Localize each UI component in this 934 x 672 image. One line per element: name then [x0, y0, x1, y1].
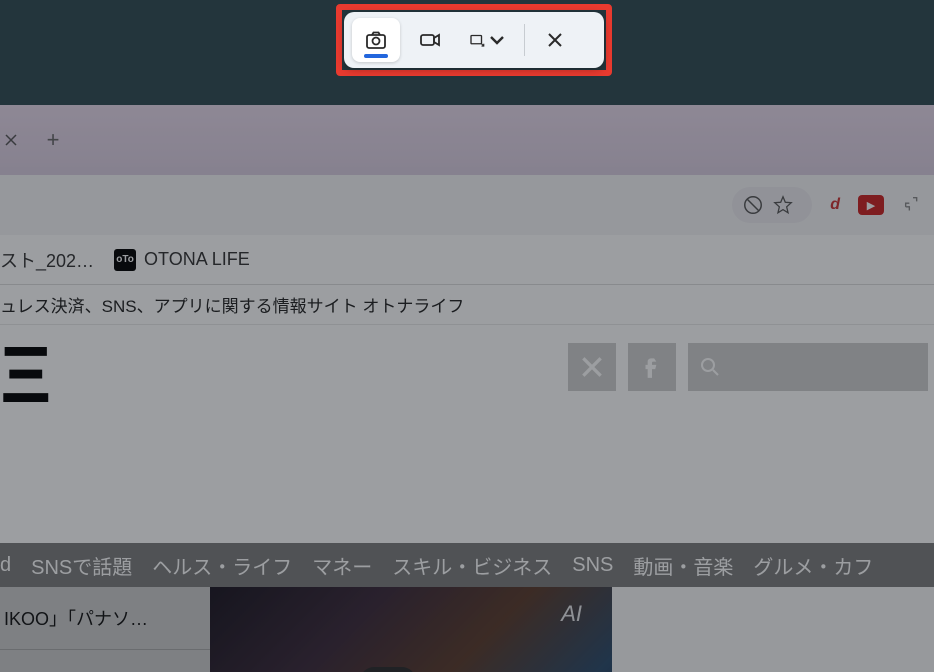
browser-window: + d ▶ スト_202… oTo OTONA LIFE ュレス決済、SNS、ア…	[0, 105, 934, 672]
rectangle-icon	[468, 31, 486, 49]
separator	[524, 24, 525, 56]
tab-close-button[interactable]	[0, 129, 22, 151]
ai-label: AI	[561, 601, 582, 627]
nav-item[interactable]: マネー	[312, 551, 372, 580]
x-twitter-icon[interactable]	[568, 343, 616, 391]
browser-toolbar: d ▶	[0, 175, 934, 235]
bookmark-favicon: oTo	[114, 249, 136, 271]
featured-area: IKOO」「パナソ… 利用時間が増えて… くなったら？ 経… AI ChatGP…	[0, 587, 612, 672]
nav-item[interactable]: d	[0, 554, 11, 577]
nav-item[interactable]: スキル・ビジネス	[392, 551, 552, 580]
facebook-icon[interactable]	[628, 343, 676, 391]
site-logo-fragment: Ξ	[0, 343, 60, 433]
chevron-down-icon	[488, 31, 506, 49]
video-mode-button[interactable]	[406, 18, 454, 62]
extension-icon[interactable]	[902, 194, 924, 216]
site-search-box[interactable]	[688, 343, 928, 391]
snip-shape-dropdown[interactable]	[460, 18, 514, 62]
d-brand-icon[interactable]: d	[830, 196, 840, 214]
bookmark-item[interactable]: oTo OTONA LIFE	[114, 249, 250, 271]
camera-icon	[364, 28, 388, 52]
list-item[interactable]: IKOO」「パナソ…	[0, 587, 210, 650]
featured-image[interactable]: AI ChatGPT	[210, 587, 612, 672]
nav-item[interactable]: グルメ・カフ	[753, 551, 873, 580]
page-tagline: ュレス決済、SNS、アプリに関する情報サイト オトナライフ	[0, 285, 934, 325]
close-snip-button[interactable]	[535, 18, 575, 62]
address-actions	[732, 187, 812, 223]
social-row	[568, 343, 928, 391]
bookmark-label: OTONA LIFE	[144, 249, 250, 270]
app-icon-chatgpt: ChatGPT	[360, 667, 416, 672]
cookie-blocked-icon[interactable]	[742, 194, 764, 216]
nav-item[interactable]: ヘルス・ライフ	[152, 551, 292, 580]
nav-item[interactable]: SNSで話題	[31, 551, 132, 580]
bookmark-star-icon[interactable]	[772, 194, 794, 216]
new-tab-button[interactable]: +	[40, 127, 66, 153]
bookmarks-bar: スト_202… oTo OTONA LIFE	[0, 235, 934, 285]
bookmark-label: スト_202…	[0, 247, 94, 273]
bookmark-item[interactable]: スト_202…	[0, 247, 94, 273]
nav-item[interactable]: SNS	[572, 554, 613, 577]
list-item[interactable]: 利用時間が増えて…	[0, 650, 210, 672]
close-icon	[546, 31, 564, 49]
search-icon	[698, 355, 722, 379]
page-header-area: Ξ	[0, 325, 934, 545]
video-icon	[418, 28, 442, 52]
snipping-toolbar	[344, 12, 604, 68]
site-nav: d SNSで話題 ヘルス・ライフ マネー スキル・ビジネス SNS 動画・音楽 …	[0, 543, 934, 587]
article-list: IKOO」「パナソ… 利用時間が増えて… くなったら？ 経…	[0, 587, 210, 672]
screenshot-mode-button[interactable]	[352, 18, 400, 62]
tab-strip: +	[0, 105, 934, 175]
youtube-icon[interactable]: ▶	[858, 195, 884, 215]
nav-item[interactable]: 動画・音楽	[633, 551, 733, 580]
